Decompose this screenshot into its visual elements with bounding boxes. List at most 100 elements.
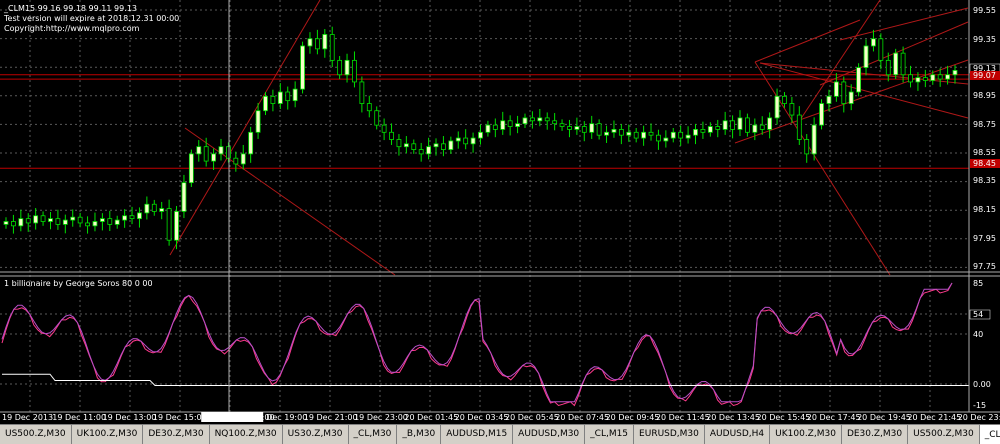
time-tick: 20 Dec 01:45 <box>404 413 458 422</box>
candle-body <box>678 131 684 139</box>
candle-body <box>448 140 454 150</box>
candle-body <box>292 88 298 102</box>
candle-body <box>300 45 305 90</box>
candle-body <box>314 38 320 50</box>
chart-tab[interactable]: NQ100.Z,M30 <box>210 425 283 444</box>
candle-body <box>263 95 268 112</box>
candle-body <box>752 124 758 133</box>
time-axis[interactable]: 19 Dec 2013 19 Dec 11:0019 Dec 13:0019 De… <box>2 412 1000 422</box>
level-label: 99.07 <box>973 71 996 80</box>
time-tick: 19 Dec 11:00 <box>52 413 106 422</box>
candle-body <box>485 124 491 133</box>
candle-body <box>166 208 172 241</box>
chart-tab[interactable]: AUDUSD,H4 <box>705 425 771 444</box>
candle-body <box>544 117 550 122</box>
candle-body <box>226 146 231 159</box>
candle-body <box>18 218 24 227</box>
candle-body <box>374 110 380 126</box>
indicator-tick: -15 <box>973 401 986 410</box>
chart-tab[interactable]: US500.Z,M30 <box>908 425 980 444</box>
candle-body <box>915 77 921 83</box>
chart-canvas[interactable]: _CLM15 99.16 99.18 99.11 99.13 Test vers… <box>0 0 1000 424</box>
candle-body <box>574 126 580 130</box>
candle-body <box>122 215 128 221</box>
candle-body <box>277 91 283 104</box>
candle-body <box>611 129 617 133</box>
candle-body <box>25 218 31 224</box>
candle-body <box>211 153 216 162</box>
candle-body <box>529 117 535 122</box>
chart-tab[interactable]: UK100.Z,M30 <box>72 425 144 444</box>
candle-body <box>796 114 802 140</box>
candle-body <box>833 81 839 97</box>
chart-tab[interactable]: _CL,M <box>979 425 1000 444</box>
candle-body <box>85 222 90 227</box>
chart-tab[interactable]: EURUSD,M30 <box>634 425 705 444</box>
candle-body <box>270 95 276 104</box>
chart-tab[interactable]: AUDUSD,M30 <box>513 425 586 444</box>
candle-body <box>715 126 721 130</box>
candle-body <box>819 103 824 126</box>
candle-body <box>893 52 899 76</box>
time-tick: 19 Dec 15:00 <box>153 413 207 422</box>
candle-body <box>470 137 476 145</box>
price-tick: 98.75 <box>973 120 996 129</box>
chart-tab[interactable]: DE30.Z,M30 <box>143 425 210 444</box>
chart-tab[interactable]: UK100.Z,M30 <box>770 425 842 444</box>
candle-body <box>107 218 113 225</box>
candle-body <box>871 38 876 47</box>
candle-body <box>589 123 595 133</box>
candle-body <box>144 203 150 214</box>
chart-tab[interactable]: DE30.Z,M30 <box>842 425 909 444</box>
price-tick: 99.55 <box>973 6 996 15</box>
candle-body <box>322 34 328 50</box>
chart-tab[interactable]: US30.Z,M30 <box>283 425 349 444</box>
price-tick: 98.15 <box>973 205 996 214</box>
candle-body <box>804 139 810 155</box>
time-tick: 20 Dec 17:45 <box>807 413 861 422</box>
candle-body <box>885 59 891 76</box>
candle-body <box>863 45 869 68</box>
candle-body <box>218 146 224 155</box>
price-tick: 97.95 <box>973 234 996 243</box>
indicator-title: 1 billionaire by George Soros 80 0 00 <box>4 279 153 288</box>
chart-tab[interactable]: _B,M30 <box>397 425 442 444</box>
candle-body <box>633 131 639 139</box>
candle-body <box>922 77 928 81</box>
candle-body <box>3 221 9 225</box>
candle-body <box>767 117 773 130</box>
indicator-tick: 0.00 <box>973 380 991 389</box>
candle-body <box>522 117 528 125</box>
candle-body <box>337 59 343 76</box>
candle-body <box>700 129 706 133</box>
candle-body <box>203 146 209 162</box>
expire-notice: Test version will expire at 2018.12.31 0… <box>3 14 179 23</box>
time-tick: 20 Dec 05:45 <box>505 413 559 422</box>
time-tick: 20 Dec 19:45 <box>857 413 911 422</box>
chart-tab[interactable]: AUDUSD,M15 <box>441 425 514 444</box>
candle-body <box>567 126 572 130</box>
candle-body <box>40 215 46 222</box>
candle-body <box>848 91 854 104</box>
time-tick: 20 Dec 15:45 <box>757 413 811 422</box>
candle-body <box>11 221 16 227</box>
time-tick: 19 Dec 2013 <box>2 413 53 422</box>
candle-body <box>433 143 439 148</box>
indicator-tick: 54 <box>973 310 983 319</box>
candle-body <box>248 131 254 155</box>
time-tick: 20 Dec 23:45 <box>958 413 1000 422</box>
candle-body <box>55 218 61 225</box>
chart-tab[interactable]: _CL,M30 <box>349 425 398 444</box>
candle-body <box>656 134 661 142</box>
candle-body <box>745 117 750 133</box>
candle-body <box>114 219 120 225</box>
candle-body <box>685 134 691 139</box>
candle-body <box>426 146 432 155</box>
candle-body <box>196 146 202 155</box>
chart-tab[interactable]: _CL,M15 <box>585 425 635 444</box>
time-tick: 19 Dec 23:00 <box>354 413 408 422</box>
candle-body <box>129 215 135 220</box>
chart-tab[interactable]: US500.Z,M30 <box>0 425 72 444</box>
candle-body <box>188 153 194 184</box>
candle-body <box>930 74 936 81</box>
